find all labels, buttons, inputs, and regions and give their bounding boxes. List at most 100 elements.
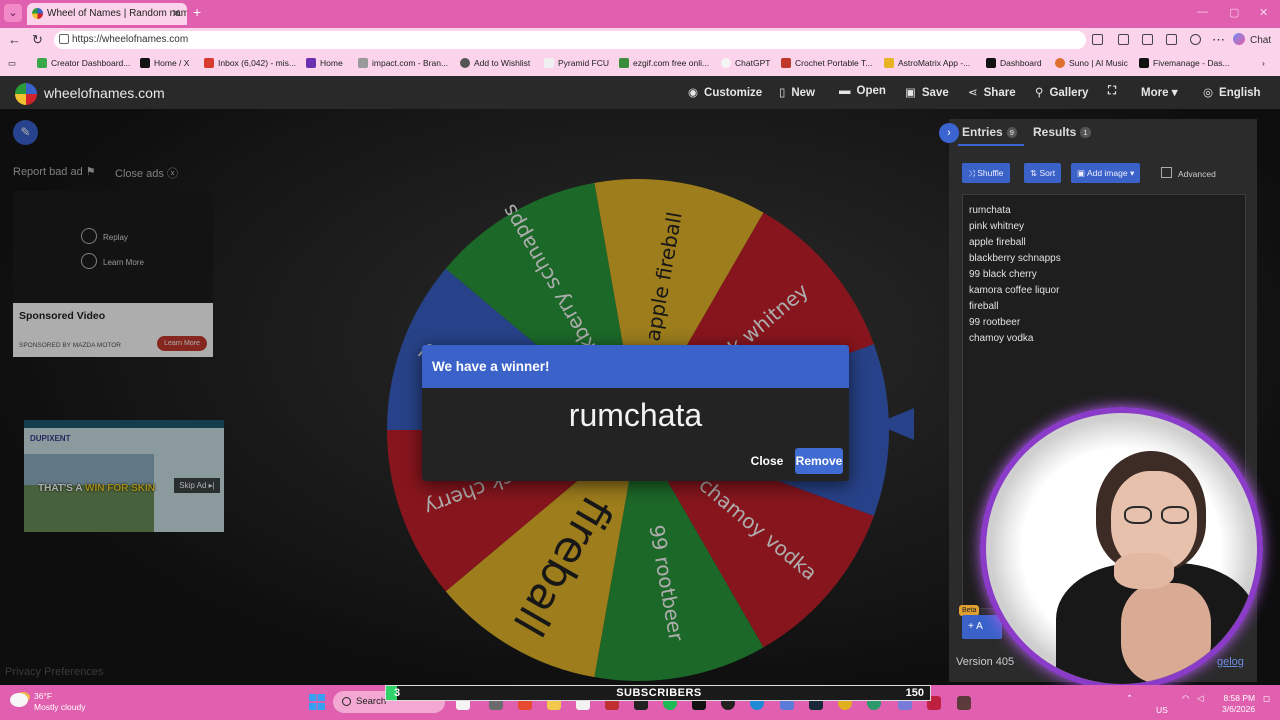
wifi-icon[interactable]: ◠ [1182,693,1189,704]
add-image-button[interactable]: ▣ Add image ▾ [1071,163,1141,183]
screen: ⌄ Wheel of Names | Random name ✕ + — ▢ ✕… [0,0,1280,720]
bookmark-11[interactable]: AstroMatrix App -... [884,58,970,68]
ad-video[interactable]: Replay Learn More [13,191,213,303]
bookmark-3[interactable]: Inbox (6,042) - mis... [204,58,296,68]
report-ad-link[interactable]: Report bad ad ⚑ [13,165,96,178]
new-tab-button[interactable]: + [193,4,201,20]
ad-banner-text: THAT'S A WIN FOR SKIN [38,483,156,494]
site-info-icon[interactable] [59,34,69,44]
entry-line: 99 rootbeer [969,317,1021,328]
floppy-icon: ▣ [905,87,916,99]
privacy-preferences-link[interactable]: Privacy Preferences [5,666,103,678]
folder-icon: ▬ [839,85,851,97]
bookmark-4[interactable]: Home [306,58,343,68]
close-window-icon[interactable]: ✕ [1259,6,1268,19]
notification-icon[interactable]: ◻ [1263,693,1270,704]
clock-time: 8:58 PM [1223,693,1256,703]
add-button[interactable]: + A [962,615,1002,639]
chatgpt-icon [721,58,731,68]
bookmarks-overflow-icon[interactable]: › [1262,58,1265,68]
maximize-icon[interactable]: ▢ [1229,6,1239,19]
reading-list-icon[interactable]: ▭ [8,58,16,69]
history-icon[interactable] [1142,34,1153,45]
glasses-right-icon [1161,506,1189,524]
bookmark-12[interactable]: Dashboard [986,58,1042,68]
bookmark-13[interactable]: Suno | AI Music [1055,58,1128,68]
bookmark-1[interactable]: Creator Dashboard... [37,58,130,68]
customize-button[interactable]: ◉ Customize [688,85,762,99]
site-logo-icon[interactable] [15,83,37,105]
wheel-favicon-icon [32,8,43,19]
site-brand[interactable]: wheelofnames.com [44,85,165,101]
tab-search-button[interactable]: ⌄ [4,4,22,22]
bookmark-14[interactable]: Fivemanage - Das... [1139,58,1230,68]
gallery-button[interactable]: ⚲ Gallery [1035,85,1088,99]
close-ads-link[interactable]: Close ads ⓧ [115,165,178,181]
downloads-icon[interactable] [1166,34,1177,45]
subscriber-goal-bar: 3 SUBSCRIBERS 150 [385,685,931,701]
extensions-icon[interactable] [1092,34,1103,45]
image-icon: ▣ [1077,168,1086,178]
weather-widget[interactable]: 36°F Mostly cloudy [8,691,86,713]
webcam-hand [1114,553,1174,589]
save-button[interactable]: ▣ Save [905,85,949,99]
clock-date: 3/6/2026 [1222,704,1256,714]
advanced-checkbox[interactable]: Advanced [1161,167,1216,179]
bookmark-6[interactable]: Add to Wishlist [460,58,530,68]
remove-button[interactable]: Remove [795,448,843,474]
bookmark-7[interactable]: Pyramid FCU [544,58,609,68]
back-icon[interactable]: ← [8,32,21,47]
close-button[interactable]: Close [748,448,786,474]
bookmark-favicon-icon [619,58,629,68]
copilot-chat-button[interactable]: Chat [1233,33,1271,46]
ad-learn-more-button[interactable]: Learn More [157,336,207,351]
more-options-icon[interactable]: ⋯ [1212,32,1225,48]
bookmark-favicon-icon [37,58,47,68]
bookmark-favicon-icon [781,58,791,68]
video-ad[interactable]: Replay Learn More Sponsored Video SPONSO… [13,191,213,357]
bookmark-2[interactable]: Home / X [140,58,189,68]
bookmarks-bar: ▭ Creator Dashboard... Home / X Inbox (6… [0,52,1280,76]
app-icon[interactable] [957,696,971,710]
tray-overflow-icon[interactable]: ⌃ [1126,693,1133,704]
profile-icon[interactable] [1190,34,1201,45]
windows-start-icon[interactable] [309,694,325,710]
entry-line: rumchata [969,205,1011,216]
dialog-title: We have a winner! [422,345,849,388]
browser-tab-active[interactable]: Wheel of Names | Random name ✕ [27,3,187,25]
search-icon: ⚲ [1035,87,1044,99]
bookmark-10[interactable]: Crochet Portable T... [781,58,872,68]
minimize-icon[interactable]: — [1197,6,1208,18]
more-menu-button[interactable]: More ▾ [1141,85,1177,99]
close-tab-icon[interactable]: ✕ [172,3,181,25]
ad-header-strip [24,420,224,428]
close-circle-icon: ⓧ [166,168,178,180]
share-button[interactable]: ⋖ Share [968,85,1016,99]
replay-button[interactable]: Replay [81,228,128,244]
sort-button[interactable]: ⇅ Sort [1024,163,1062,183]
system-clock[interactable]: 8:58 PM 3/6/2026 [1222,693,1255,715]
tab-entries[interactable]: Entries 9 [962,125,1017,139]
tab-results[interactable]: Results 1 [1033,125,1091,139]
fullscreen-icon[interactable]: ⛶ [1108,85,1116,98]
bookmark-9[interactable]: ChatGPT [721,58,770,68]
banner-ad[interactable]: DUPIXENT THAT'S A WIN FOR SKIN Skip Ad ▸… [24,420,224,532]
region-label: US [1156,705,1168,715]
skip-ad-button[interactable]: Skip Ad ▸| [174,478,220,493]
pencil-icon[interactable]: ✎ [13,120,38,145]
url-field[interactable]: https://wheelofnames.com [54,31,1086,49]
open-button[interactable]: ▬ Open [839,85,886,97]
bookmark-5[interactable]: impact.com - Bran... [358,58,448,68]
bookmark-8[interactable]: ezgif.com free onli... [619,58,709,68]
favorites-icon[interactable] [1118,34,1129,45]
new-button[interactable]: ▯ New [779,85,815,99]
entries-count-badge: 9 [1006,127,1017,138]
bookmark-favicon-icon [544,58,554,68]
learn-more-link[interactable]: Learn More [81,253,144,269]
panel-tabs: › Entries 9 Results 1 [939,119,1257,146]
refresh-icon[interactable]: ↻ [32,32,43,48]
volume-icon[interactable]: ◁ [1197,693,1204,704]
language-button[interactable]: ◎ English [1203,85,1261,99]
shuffle-button[interactable]: ⤨ Shuffle [962,163,1010,183]
collapse-panel-icon[interactable]: › [939,123,959,143]
